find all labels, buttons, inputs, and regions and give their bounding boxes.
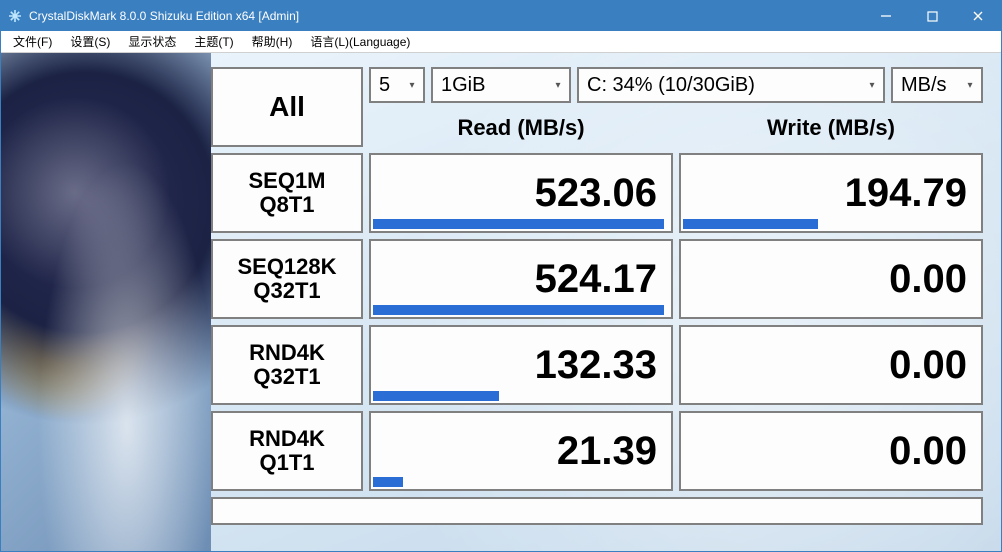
app-icon: [7, 8, 23, 24]
test-size-select[interactable]: 1GiB ▾: [431, 67, 571, 103]
character-art: [1, 53, 211, 551]
maximize-button[interactable]: [909, 1, 955, 31]
app-window: CrystalDiskMark 8.0.0 Shizuku Edition x6…: [0, 0, 1002, 552]
status-bar: [211, 497, 983, 525]
test-label-1: SEQ128K: [237, 255, 336, 279]
write-result-3: 0.00: [679, 411, 983, 491]
chevron-down-icon: ▾: [865, 78, 879, 92]
runs-value: 5: [379, 74, 390, 97]
write-value: 0.00: [889, 343, 967, 388]
minimize-button[interactable]: [863, 1, 909, 31]
titlebar[interactable]: CrystalDiskMark 8.0.0 Shizuku Edition x6…: [1, 1, 1001, 31]
test-button-0[interactable]: SEQ1MQ8T1: [211, 153, 363, 233]
chevron-down-icon: ▾: [405, 78, 419, 92]
test-label-1: SEQ1M: [248, 169, 325, 193]
write-bar: [683, 219, 818, 229]
write-header: Write (MB/s): [679, 110, 983, 146]
client-area: All 5 ▾ 1GiB ▾ C: 34% (10/30GiB) ▾ MB/s …: [1, 53, 1001, 551]
write-value: 0.00: [889, 429, 967, 474]
status-row: [211, 497, 983, 525]
write-value: 194.79: [845, 171, 967, 216]
test-label-1: RND4K: [249, 341, 325, 365]
test-size-value: 1GiB: [441, 74, 485, 97]
read-value: 132.33: [535, 343, 657, 388]
runs-select[interactable]: 5 ▾: [369, 67, 425, 103]
menu-language[interactable]: 语言(L)(Language): [302, 31, 418, 52]
read-result-2: 132.33: [369, 325, 673, 405]
menubar: 文件(F) 设置(S) 显示状态 主题(T) 帮助(H) 语言(L)(Langu…: [1, 31, 1001, 53]
read-bar: [373, 219, 664, 229]
menu-file[interactable]: 文件(F): [5, 31, 60, 52]
read-result-1: 524.17: [369, 239, 673, 319]
selector-row: 5 ▾ 1GiB ▾ C: 34% (10/30GiB) ▾ MB/s ▾: [369, 67, 983, 103]
read-header-label: Read (MB/s): [457, 115, 584, 141]
read-header: Read (MB/s): [369, 110, 673, 146]
run-all-button[interactable]: All: [211, 67, 363, 147]
test-button-2[interactable]: RND4KQ32T1: [211, 325, 363, 405]
drive-select[interactable]: C: 34% (10/30GiB) ▾: [577, 67, 885, 103]
menu-settings[interactable]: 设置(S): [62, 31, 118, 52]
read-result-0: 523.06: [369, 153, 673, 233]
read-result-3: 21.39: [369, 411, 673, 491]
test-label-2: Q32T1: [253, 365, 320, 389]
read-bar: [373, 477, 403, 487]
menu-display[interactable]: 显示状态: [120, 31, 184, 52]
menu-theme[interactable]: 主题(T): [186, 31, 241, 52]
write-value: 0.00: [889, 257, 967, 302]
write-result-2: 0.00: [679, 325, 983, 405]
unit-select[interactable]: MB/s ▾: [891, 67, 983, 103]
test-label-2: Q32T1: [253, 279, 320, 303]
test-label-1: RND4K: [249, 427, 325, 451]
chevron-down-icon: ▾: [551, 78, 565, 92]
menu-help[interactable]: 帮助(H): [244, 31, 301, 52]
close-icon: [972, 10, 984, 22]
test-button-3[interactable]: RND4KQ1T1: [211, 411, 363, 491]
minimize-icon: [880, 10, 892, 22]
close-button[interactable]: [955, 1, 1001, 31]
window-title: CrystalDiskMark 8.0.0 Shizuku Edition x6…: [29, 9, 863, 23]
drive-value: C: 34% (10/30GiB): [587, 74, 755, 97]
benchmark-panel: All 5 ▾ 1GiB ▾ C: 34% (10/30GiB) ▾ MB/s …: [211, 67, 989, 525]
write-result-1: 0.00: [679, 239, 983, 319]
read-bar: [373, 391, 499, 401]
write-result-0: 194.79: [679, 153, 983, 233]
unit-value: MB/s: [901, 74, 947, 97]
test-label-2: Q8T1: [259, 193, 314, 217]
maximize-icon: [927, 11, 938, 22]
run-all-label: All: [269, 91, 305, 123]
test-button-1[interactable]: SEQ128KQ32T1: [211, 239, 363, 319]
chevron-down-icon: ▾: [963, 78, 977, 92]
read-value: 21.39: [557, 429, 657, 474]
read-value: 523.06: [535, 171, 657, 216]
write-header-label: Write (MB/s): [767, 115, 895, 141]
read-value: 524.17: [535, 257, 657, 302]
test-label-2: Q1T1: [259, 451, 314, 475]
read-bar: [373, 305, 664, 315]
